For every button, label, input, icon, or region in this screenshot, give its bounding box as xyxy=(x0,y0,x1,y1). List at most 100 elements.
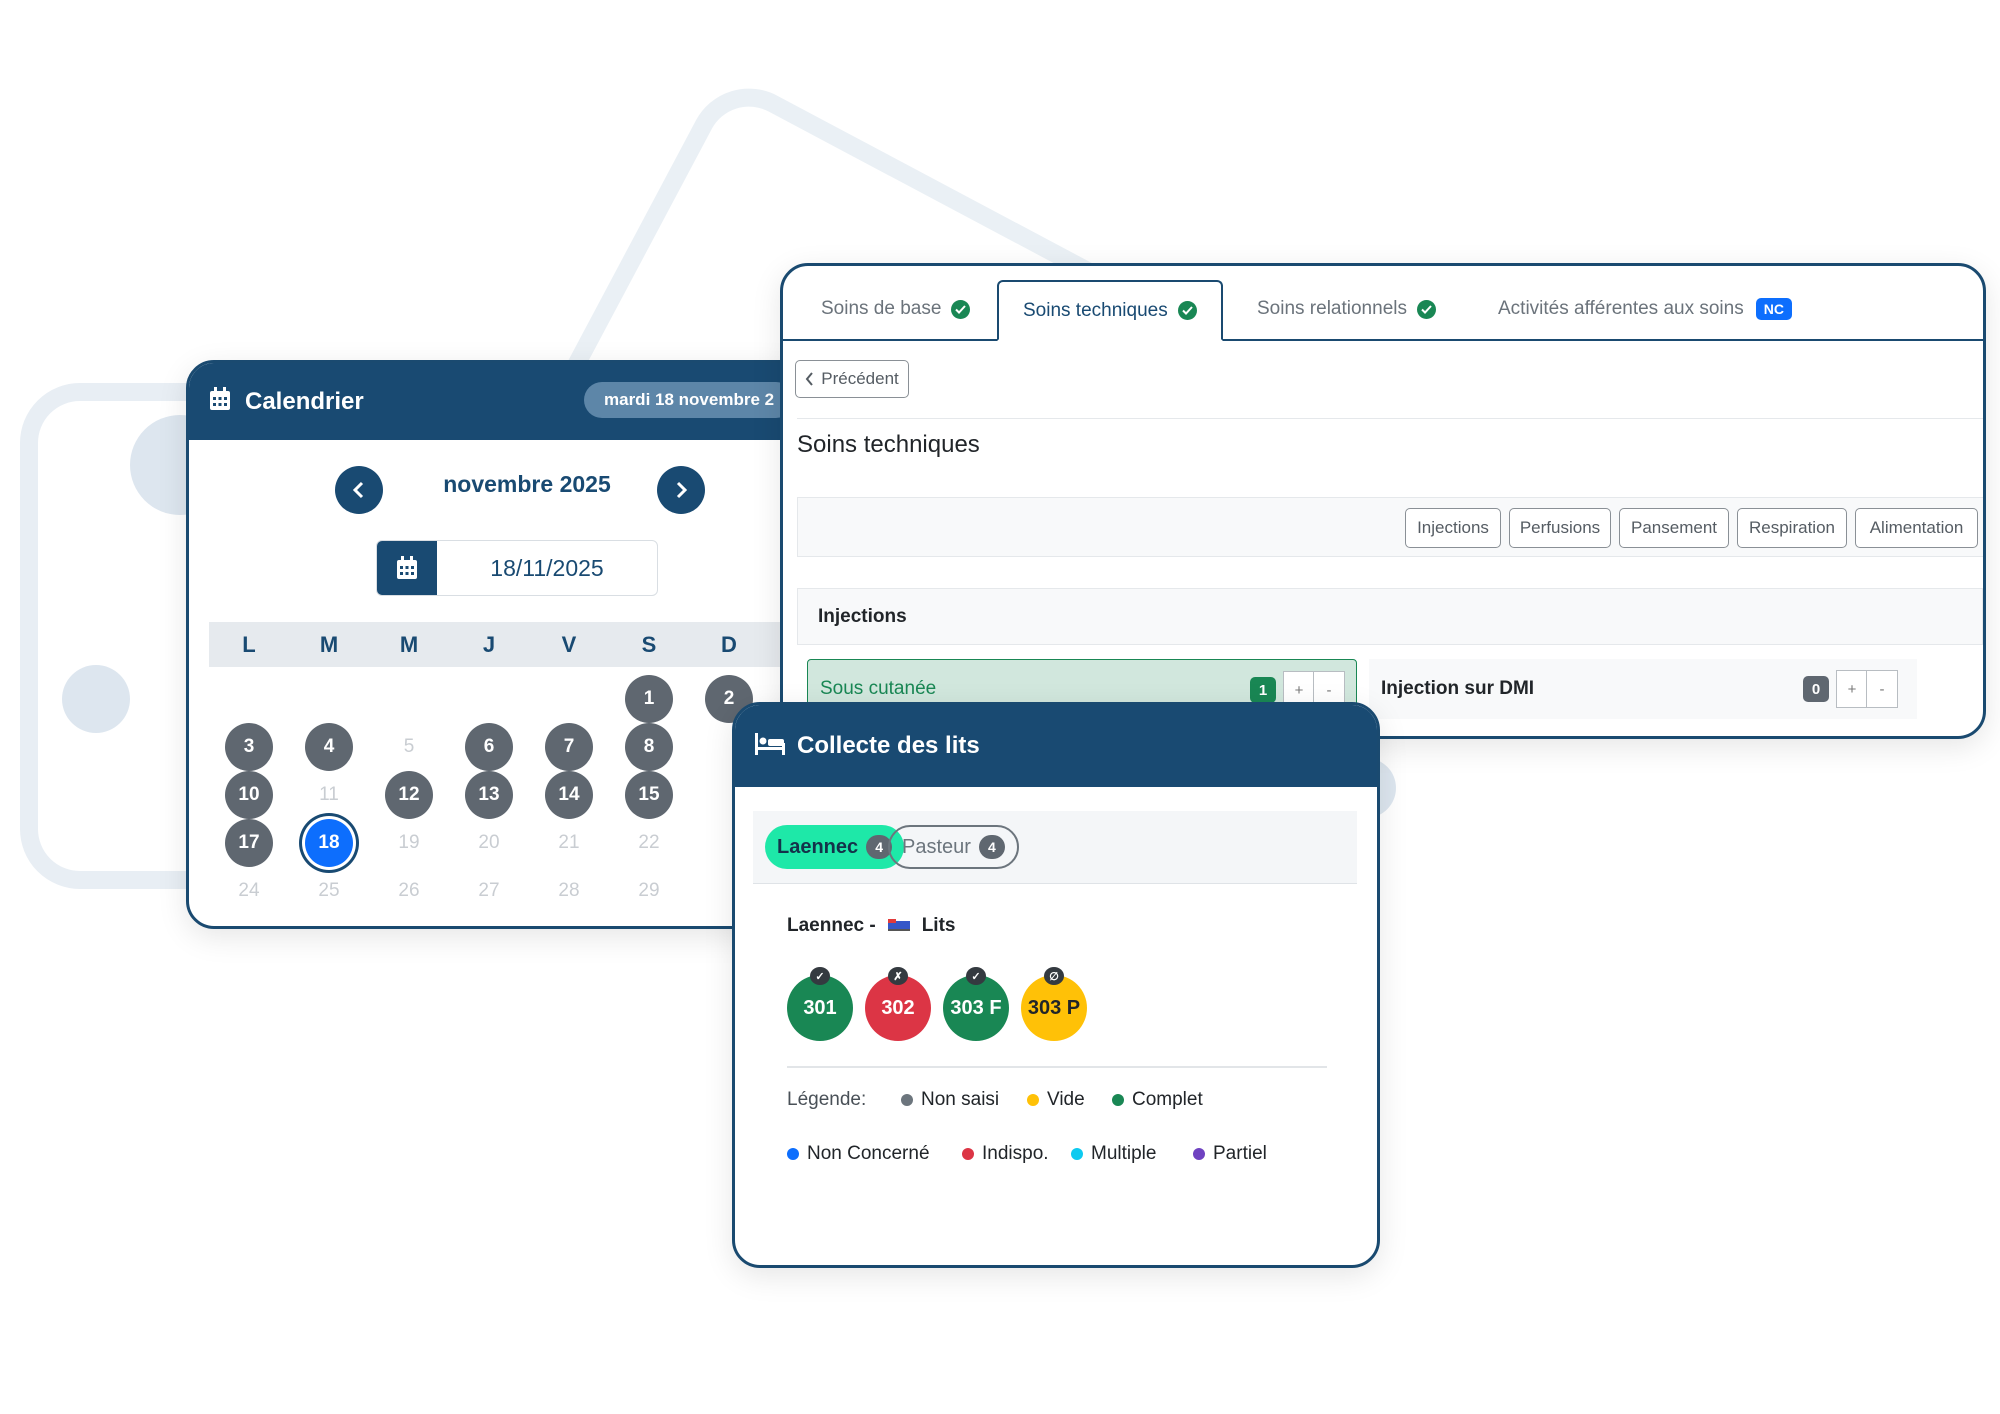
legend-item: Non saisi xyxy=(901,1089,999,1111)
filter-pansement-button[interactable]: Pansement xyxy=(1619,508,1729,548)
tab-label: Soins techniques xyxy=(1023,299,1168,321)
calendar-card: Calendrier mardi 18 novembre 2 novembre … xyxy=(186,360,812,929)
nc-badge: NC xyxy=(1755,298,1792,320)
legend-dot-icon xyxy=(1071,1148,1083,1160)
date-pill: mardi 18 novembre 2 xyxy=(584,382,795,418)
legend-dot-icon xyxy=(1112,1094,1124,1106)
ward-label: Laennec xyxy=(777,835,859,858)
bed-status-icon: ✓ xyxy=(966,967,986,985)
tab-soins-de-base[interactable]: Soins de base xyxy=(821,280,971,338)
precedent-button[interactable]: Précédent xyxy=(795,360,909,398)
bed-status-icon: ✗ xyxy=(888,967,908,985)
tab-label: Activités afférentes aux soins xyxy=(1498,298,1744,319)
decrement-button[interactable]: - xyxy=(1866,670,1898,708)
day-cell[interactable]: 17 xyxy=(225,819,273,867)
month-label: novembre 2025 xyxy=(443,471,611,497)
bed-status-icon: ✓ xyxy=(810,967,830,985)
tab-bar: Soins de base Soins techniques Soins rel… xyxy=(783,266,1983,341)
day-cell[interactable]: 27 xyxy=(465,867,513,915)
tab-label: Soins relationnels xyxy=(1257,298,1407,319)
next-month-button[interactable] xyxy=(657,466,705,514)
legend-dot-icon xyxy=(901,1094,913,1106)
day-cell[interactable]: 15 xyxy=(625,771,673,819)
filter-perfusions-button[interactable]: Perfusions xyxy=(1509,508,1611,548)
legend-label: Complet xyxy=(1132,1089,1203,1110)
legend-label: Légende: xyxy=(787,1089,867,1110)
tab-soins-relationnels[interactable]: Soins relationnels xyxy=(1257,280,1436,338)
divider xyxy=(787,1066,1327,1068)
calendar-icon[interactable] xyxy=(377,541,437,595)
weekday-label: V xyxy=(561,632,577,657)
date-input[interactable]: 18/11/2025 xyxy=(437,541,657,595)
background-dot xyxy=(62,665,130,733)
check-icon xyxy=(1416,299,1436,319)
legend-label: Multiple xyxy=(1091,1143,1157,1164)
legend-dot-icon xyxy=(1027,1094,1039,1106)
bed-section-title: Laennec - Lits xyxy=(787,915,955,937)
date-picker[interactable]: 18/11/2025 xyxy=(376,540,658,596)
increment-button[interactable]: + xyxy=(1836,670,1868,708)
day-cell[interactable]: 1 xyxy=(625,675,673,723)
day-cell[interactable]: 22 xyxy=(625,819,673,867)
legend-label: Non saisi xyxy=(921,1089,1000,1110)
tab-soins-techniques[interactable]: Soins techniques xyxy=(997,280,1223,341)
filter-injections-button[interactable]: Injections xyxy=(1405,508,1501,548)
act-injection-dmi[interactable]: Injection sur DMI 0 + - xyxy=(1369,659,1917,719)
day-cell[interactable]: 5 xyxy=(385,723,433,771)
precedent-label: Précédent xyxy=(821,369,899,388)
tab-activites-afferentes[interactable]: Activités afférentes aux soins NC xyxy=(1498,280,1792,338)
bed-icon xyxy=(755,732,785,760)
day-cell[interactable]: 24 xyxy=(225,867,273,915)
tab-label: Soins de base xyxy=(821,298,942,319)
ward-count-badge: 4 xyxy=(978,835,1005,859)
filter-bar: Injections Perfusions Pansement Respirat… xyxy=(797,497,1983,557)
day-cell[interactable]: 8 xyxy=(625,723,673,771)
legend-item: Partiel xyxy=(1193,1143,1267,1165)
weekday-label: J xyxy=(482,632,496,657)
check-icon xyxy=(1177,301,1197,320)
day-cell[interactable]: 21 xyxy=(545,819,593,867)
day-cell[interactable]: 26 xyxy=(385,867,433,915)
bed-title-prefix: Laennec - xyxy=(787,915,876,936)
day-cell[interactable]: 19 xyxy=(385,819,433,867)
legend-label: Vide xyxy=(1047,1089,1085,1110)
day-cell[interactable]: 6 xyxy=(465,723,513,771)
act-count-badge: 0 xyxy=(1803,676,1829,702)
day-cell[interactable]: 7 xyxy=(545,723,593,771)
lits-card: Collecte des lits Laennec 4 Pasteur 4 La… xyxy=(732,702,1380,1268)
filter-respiration-button[interactable]: Respiration xyxy=(1737,508,1847,548)
lits-title: Collecte des lits xyxy=(797,732,980,759)
day-cell[interactable]: 29 xyxy=(625,867,673,915)
check-icon xyxy=(951,299,971,319)
prev-month-button[interactable] xyxy=(335,466,383,514)
day-cell[interactable]: 13 xyxy=(465,771,513,819)
bed-status-icon: ∅ xyxy=(1044,967,1064,985)
weekday-label: D xyxy=(721,632,737,657)
act-label: Sous cutanée xyxy=(820,678,937,699)
day-cell[interactable]: 20 xyxy=(465,819,513,867)
day-cell[interactable]: 12 xyxy=(385,771,433,819)
ward-label: Pasteur xyxy=(902,835,971,858)
day-cell[interactable]: 11 xyxy=(305,771,353,819)
weekday-label: M xyxy=(319,632,339,657)
day-cell[interactable]: 4 xyxy=(305,723,353,771)
day-cell[interactable]: 25 xyxy=(305,867,353,915)
legend-item: Indispo. xyxy=(962,1143,1049,1165)
ward-pasteur-tab[interactable]: Pasteur 4 xyxy=(888,825,1019,869)
filter-alimentation-button[interactable]: Alimentation xyxy=(1855,508,1978,548)
day-cell-selected[interactable]: 18 xyxy=(305,819,353,867)
bed-title-suffix: Lits xyxy=(921,915,956,936)
weekday-label: L xyxy=(242,632,256,657)
chevron-right-icon xyxy=(676,481,688,499)
ward-tabs: Laennec 4 Pasteur 4 xyxy=(753,811,1357,884)
legend-item: Complet xyxy=(1112,1089,1203,1111)
weekday-label: M xyxy=(399,632,419,657)
calendar-header: Calendrier mardi 18 novembre 2 xyxy=(189,363,809,440)
day-cell[interactable]: 3 xyxy=(225,723,273,771)
day-cell[interactable]: 14 xyxy=(545,771,593,819)
day-cell[interactable]: 28 xyxy=(545,867,593,915)
chevron-left-icon xyxy=(805,372,814,386)
ward-laennec-tab[interactable]: Laennec 4 xyxy=(765,825,905,869)
day-cell[interactable]: 10 xyxy=(225,771,273,819)
legend-label: Partiel xyxy=(1213,1143,1267,1164)
